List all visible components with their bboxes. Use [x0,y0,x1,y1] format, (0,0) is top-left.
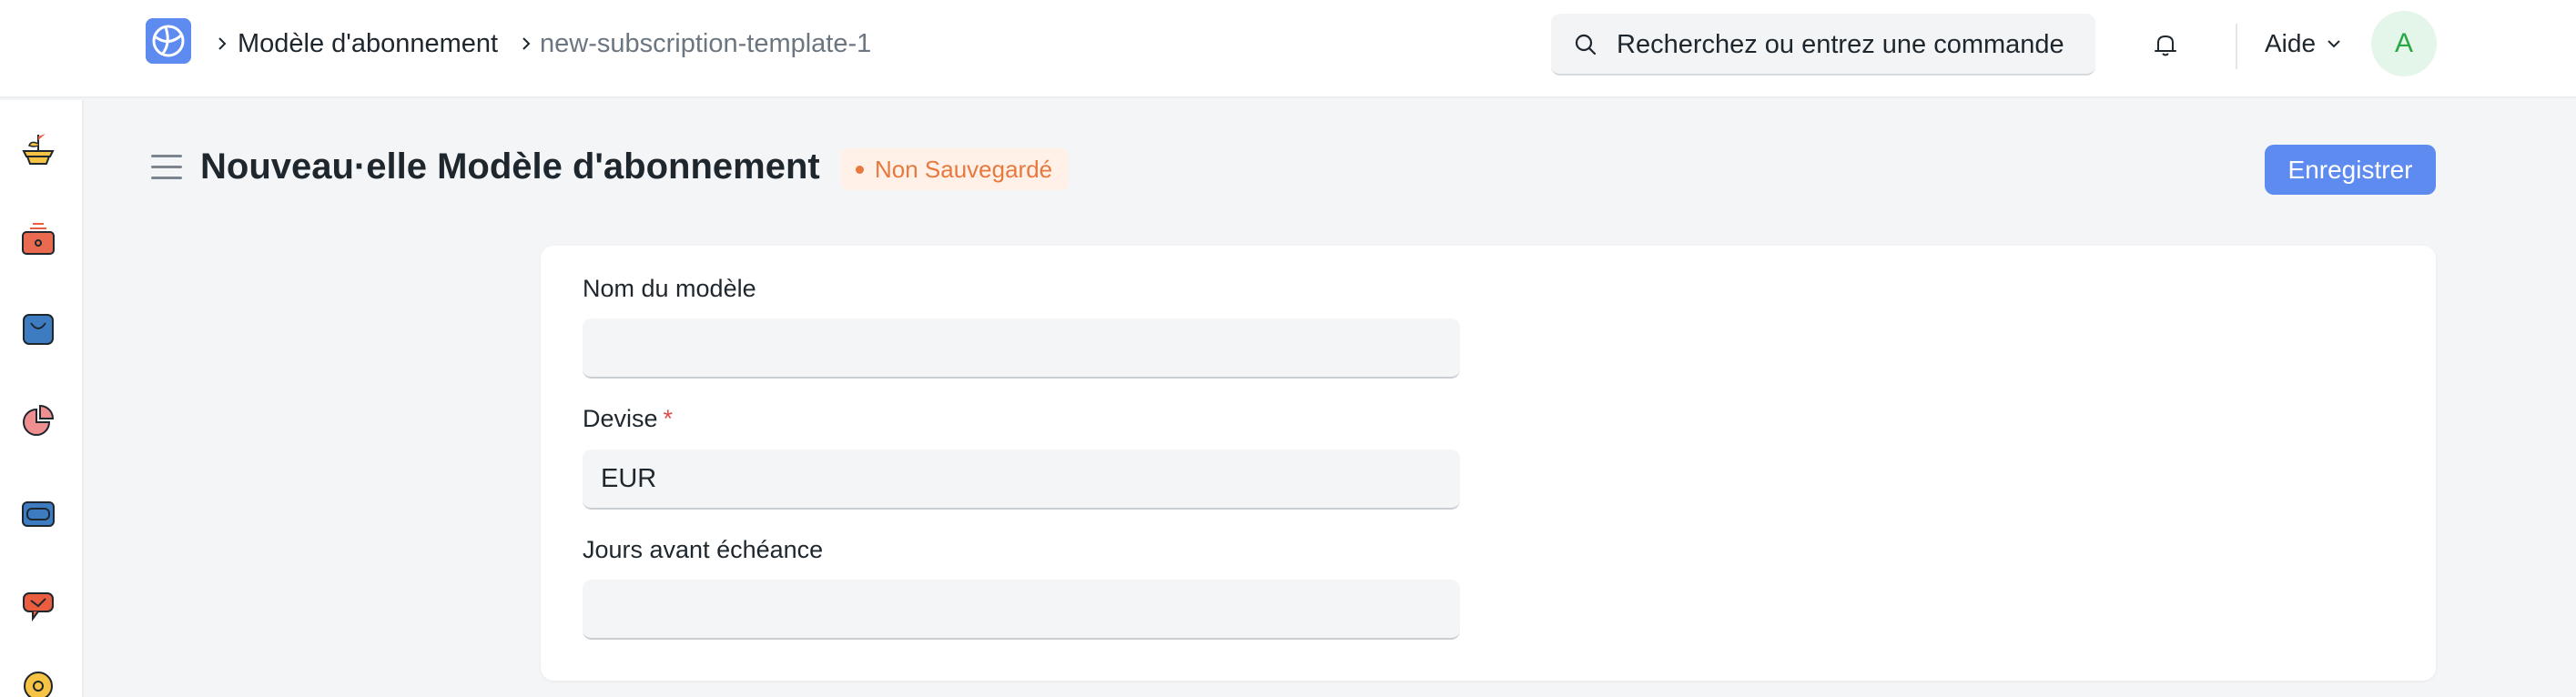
top-navbar: Modèle d'abonnement new-subscription-tem… [0,0,2576,98]
form-card: Nom du modèle Devise* Jours avant échéan… [541,246,2436,681]
template-name-input[interactable] [583,318,1460,379]
support-icon[interactable] [18,582,58,622]
search-bar[interactable]: Recherchez ou entrez une commande [1551,14,2095,76]
days-until-due-input[interactable] [583,580,1460,640]
notification-bell-icon[interactable] [2150,29,2181,60]
help-label: Aide [2265,29,2317,57]
status-dot-icon [856,165,864,174]
cash-register-icon[interactable] [18,218,58,258]
status-badge: Non Sauvegardé [841,148,1070,190]
chevron-right-icon [515,25,537,62]
navbar-divider [2236,24,2237,69]
status-label: Non Sauvegardé [875,156,1053,183]
app-logo[interactable] [146,18,191,64]
required-mark: * [663,405,674,432]
chevron-down-icon [2328,40,2340,48]
template-name-label: Nom du modèle [583,275,756,302]
help-dropdown[interactable]: Aide [2265,25,2343,62]
breadcrumb-parent[interactable]: Modèle d'abonnement [238,25,498,62]
currency-label-text: Devise [583,405,658,432]
days-until-due-label: Jours avant échéance [583,536,824,563]
wallet-icon[interactable] [18,493,58,533]
currency-input[interactable] [583,450,1460,510]
plant-pot-icon[interactable] [18,127,58,167]
user-avatar[interactable]: A [2371,11,2437,76]
pie-chart-icon[interactable] [18,400,58,440]
search-icon [1575,34,1597,56]
save-button[interactable]: Enregistrer [2265,145,2436,195]
currency-label: Devise * [583,403,673,434]
sidebar-toggle-icon[interactable] [151,155,182,180]
chevron-right-icon [211,25,233,62]
page-title: Nouveau·elle Modèle d'abonnement [200,146,820,187]
app-logo-icon [146,18,191,64]
shopping-bag-icon[interactable] [18,308,58,348]
search-placeholder: Recherchez ou entrez une commande [1617,30,2064,59]
module-sidebar [0,100,84,697]
settings-icon[interactable] [18,666,58,697]
breadcrumb-current[interactable]: new-subscription-template-1 [540,25,871,62]
